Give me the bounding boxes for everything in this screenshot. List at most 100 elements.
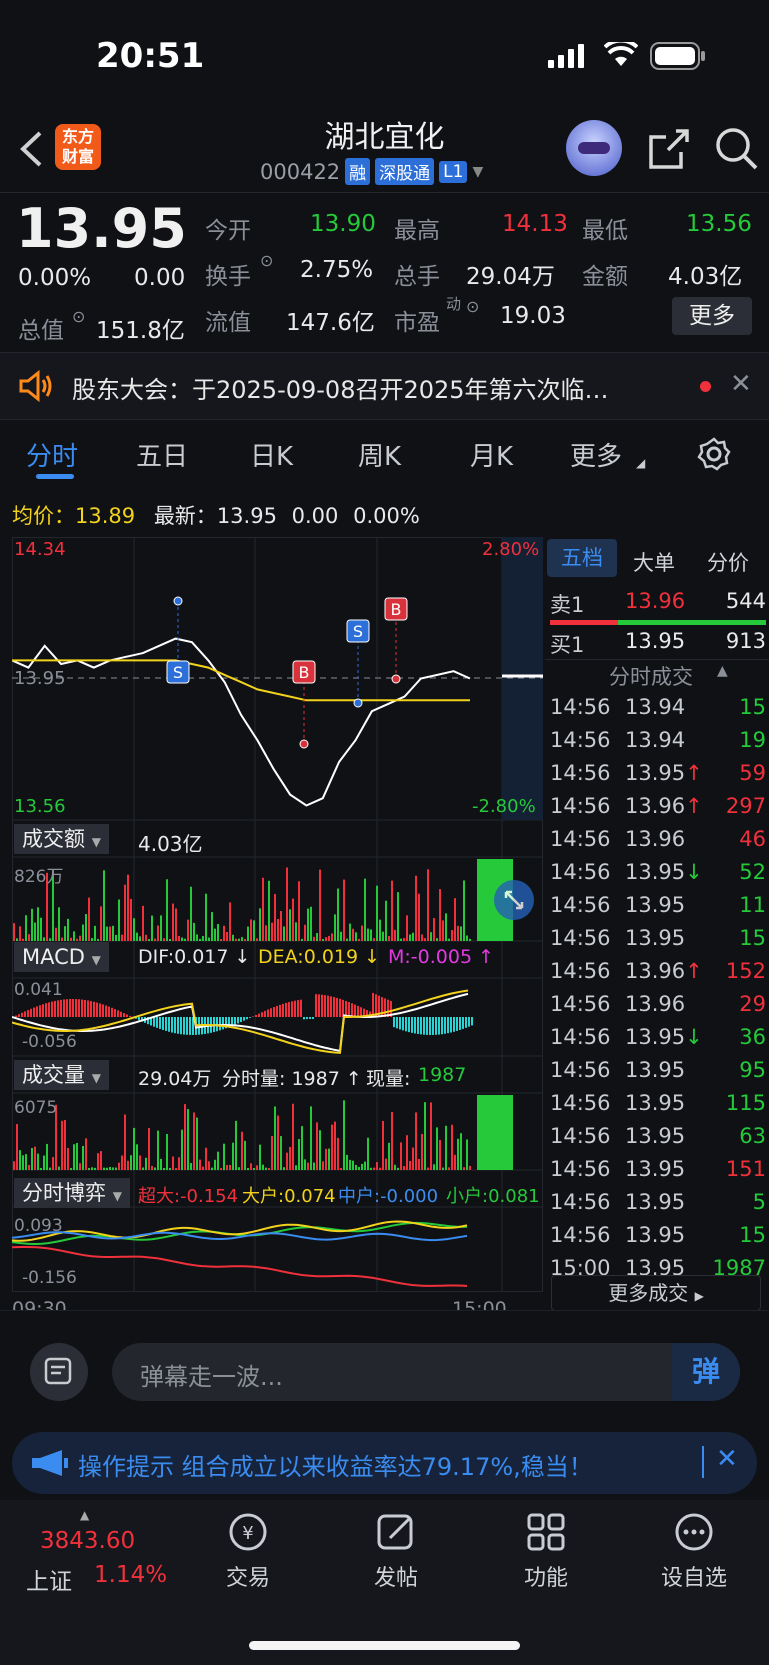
volume-bar <box>457 1138 459 1170</box>
tab-more[interactable]: 更多 <box>570 436 622 473</box>
stock-code-row[interactable]: 000422 融 深股通 L1 ▼ <box>260 158 483 185</box>
volume-bar <box>157 1130 159 1170</box>
caret-up-icon[interactable]: ▲ <box>717 663 728 679</box>
more-trades-button[interactable]: 更多成交 ▶ <box>551 1275 761 1311</box>
trade-volume: 29 <box>739 992 766 1016</box>
trade-time: 14:56 <box>550 794 611 818</box>
volume-bar <box>244 938 246 941</box>
volume-bar <box>391 1111 393 1170</box>
tab-five-level[interactable]: 五档 <box>547 539 617 577</box>
volume-bar <box>82 1145 84 1170</box>
macd-bar <box>273 1007 275 1017</box>
info-icon[interactable]: ⊙ <box>466 297 479 316</box>
macd-bar <box>351 1003 353 1017</box>
game-indicator-select[interactable]: 分时博弈 ▼ <box>14 1178 130 1208</box>
share-icon[interactable] <box>648 128 690 170</box>
latest-change: 0.00 <box>291 504 339 528</box>
send-danmaku-button[interactable]: 弹 <box>672 1343 740 1401</box>
volume-bar <box>208 937 210 941</box>
macd-bar <box>336 997 338 1017</box>
trade-price: 13.96↑ <box>625 794 703 818</box>
volume-bar <box>109 926 111 941</box>
nav-post[interactable]: 发帖 <box>336 1510 456 1592</box>
volume-bar <box>439 1139 441 1170</box>
info-icon[interactable]: ⊙ <box>72 307 85 326</box>
index-value[interactable]: 3843.60 <box>40 1528 135 1554</box>
volume-bar <box>37 1153 39 1170</box>
volume-bar <box>148 1128 150 1170</box>
volume-bar <box>394 1164 396 1170</box>
trade-row: 14:56 13.96 29 <box>550 992 766 1022</box>
tab-daily-k[interactable]: 日K <box>250 436 293 473</box>
nav-add-watchlist[interactable]: 设自选 <box>634 1510 754 1592</box>
close-icon[interactable]: ✕ <box>730 369 752 399</box>
chevron-down-icon: ▼ <box>91 835 101 849</box>
volume-bar <box>127 1160 129 1170</box>
tab-intraday[interactable]: 分时 <box>26 436 78 473</box>
volume-bar <box>358 1166 360 1170</box>
info-icon[interactable]: ⊙ <box>260 251 273 270</box>
volume-bar <box>187 919 189 941</box>
trade-marker-dot <box>299 739 309 749</box>
volume-bar <box>340 1167 342 1170</box>
macd-bar <box>333 997 335 1017</box>
volume-bar <box>88 1167 90 1170</box>
macd-bar <box>279 1004 281 1017</box>
nav-trade[interactable]: ¥ 交易 <box>188 1510 308 1592</box>
volume-bar <box>283 926 285 941</box>
gear-icon[interactable] <box>696 436 732 472</box>
volume-bar <box>310 906 312 941</box>
caret-up-icon[interactable]: ▲ <box>80 1508 89 1522</box>
tip-banner[interactable]: 操作提示 组合成立以来收益率达79.17%,稳当！ ✕ <box>12 1432 757 1494</box>
volume-bar <box>439 889 441 941</box>
status-bar: 20:51 <box>0 0 769 110</box>
volume-bar <box>229 1165 231 1170</box>
expand-icon[interactable] <box>494 880 534 920</box>
volume-bar <box>415 1112 417 1170</box>
volume-bar <box>139 1155 141 1170</box>
tab-price-dist[interactable]: 分价 <box>707 547 749 577</box>
amount-indicator-select[interactable]: 成交额 ▼ <box>14 824 109 854</box>
indicator-label: 成交额 <box>22 827 85 851</box>
macd-bar <box>66 999 68 1017</box>
tab-monthly-k[interactable]: 月K <box>470 436 513 473</box>
trade-row: 14:56 13.96↑ 152 <box>550 959 766 989</box>
robot-assistant-icon[interactable] <box>566 120 622 176</box>
trade-direction: ↑ <box>685 794 703 818</box>
more-button[interactable]: 更多 <box>672 297 752 335</box>
nav-functions[interactable]: 功能 <box>486 1510 606 1592</box>
volume-bar <box>40 917 42 941</box>
comment-input[interactable]: 弹幕走一波... 弹 <box>112 1343 740 1401</box>
trade-volume: 36 <box>739 1025 766 1049</box>
volume-bar <box>220 1167 222 1170</box>
tab-five-day[interactable]: 五日 <box>136 436 188 473</box>
notice-bar[interactable]: 股东大会：于2025-09-08召开2025年第六次临… ✕ <box>0 352 769 420</box>
macd-bar <box>243 1017 245 1021</box>
volume-bar <box>22 1155 24 1170</box>
volume-bar <box>232 1142 234 1170</box>
high-price: 14.13 <box>502 211 568 237</box>
tab-big-order[interactable]: 大单 <box>633 547 675 577</box>
macd-bar <box>426 1017 428 1035</box>
volume-bar <box>199 1159 201 1170</box>
tab-weekly-k[interactable]: 周K <box>358 436 401 473</box>
volume-bar <box>400 1142 402 1170</box>
volume-indicator-select[interactable]: 成交量 ▼ <box>14 1060 109 1090</box>
volume-bar <box>430 932 432 941</box>
volume-bar <box>343 1100 345 1170</box>
volume-bar <box>136 932 138 941</box>
volume-bar <box>427 1167 429 1170</box>
trade-volume: 15 <box>739 1223 766 1247</box>
volume-bar <box>64 926 66 941</box>
macd-bar <box>321 994 323 1017</box>
comment-list-icon[interactable] <box>30 1343 88 1401</box>
macd-indicator-select[interactable]: MACD ▼ <box>14 942 109 972</box>
trade-row: 14:56 13.95↓ 36 <box>550 1025 766 1055</box>
volume-bar <box>58 1166 60 1170</box>
search-icon[interactable] <box>714 126 760 172</box>
volume-bar <box>361 925 363 941</box>
macd-bar <box>54 1000 56 1017</box>
volume-bar <box>397 892 399 941</box>
volume-bar <box>106 1167 108 1170</box>
close-icon[interactable]: ✕ <box>716 1444 738 1474</box>
